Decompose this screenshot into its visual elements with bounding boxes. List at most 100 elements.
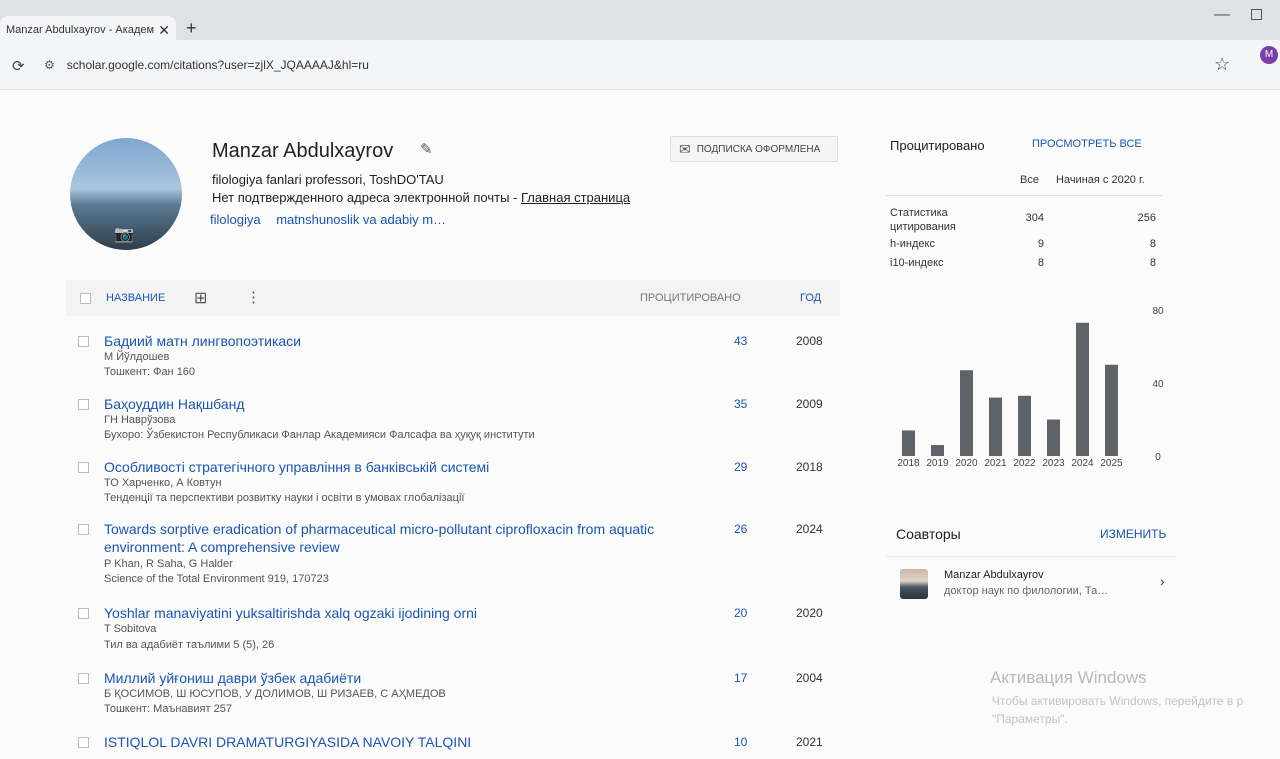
table-row: Баҳоуддин Нақшбанд ГН Наврўзова Бухоро: … xyxy=(66,395,840,443)
bar-2025[interactable] xyxy=(1105,364,1118,456)
article-venue: Тошкент: Фан 160 xyxy=(104,366,196,378)
homepage-link[interactable]: Главная страница xyxy=(521,190,630,205)
stat-all: 304 xyxy=(1025,212,1044,224)
more-options-icon[interactable]: ⋮ xyxy=(246,288,261,306)
article-venue: Тошкент: Маънавият 257 xyxy=(104,703,232,715)
article-cites[interactable]: 20 xyxy=(734,606,747,620)
bar-2018[interactable] xyxy=(902,430,915,456)
article-cites[interactable]: 43 xyxy=(734,334,747,348)
site-info-icon[interactable]: ⚙ xyxy=(44,58,55,72)
article-title[interactable]: ISTIQLOL DAVRI DRAMATURGIYASIDA NAVOIY T… xyxy=(104,733,684,751)
mail-icon: ✉ xyxy=(679,140,691,157)
article-cites[interactable]: 26 xyxy=(734,522,747,536)
maximize-icon[interactable] xyxy=(1251,9,1262,20)
article-venue: Тенденції та перспективи розвитку науки … xyxy=(104,492,465,504)
bar-2019[interactable] xyxy=(931,445,944,456)
minimize-icon[interactable]: — xyxy=(1214,6,1230,24)
article-venue: Бухоро: Ўзбекистон Республикаси Фанлар А… xyxy=(104,429,535,441)
select-all-checkbox[interactable] xyxy=(80,293,91,304)
tab-title: Manzar Abdulxayrov - Академ xyxy=(6,24,155,36)
table-row: Towards sorptive eradication of pharmace… xyxy=(66,520,840,588)
x-tick-label: 2021 xyxy=(984,458,1007,469)
bar-2020[interactable] xyxy=(960,370,973,456)
article-cites[interactable]: 17 xyxy=(734,671,747,685)
profile-affiliation: filologiya fanlari professori, ToshDO'TA… xyxy=(212,172,444,187)
row-checkbox[interactable] xyxy=(78,524,89,535)
article-year: 2018 xyxy=(796,460,823,474)
view-all-link[interactable]: ПРОСМОТРЕТЬ ВСЕ xyxy=(1032,138,1142,150)
article-title[interactable]: Yoshlar manaviyatini yuksaltirishda xalq… xyxy=(104,604,684,622)
row-checkbox[interactable] xyxy=(78,336,89,347)
article-authors: М Йўлдошев xyxy=(104,351,170,363)
article-cites[interactable]: 29 xyxy=(734,460,747,474)
article-year: 2009 xyxy=(796,397,823,411)
stat-row-citations: Статистика цитирования 304 256 xyxy=(890,206,1162,234)
bar-2021[interactable] xyxy=(989,397,1002,456)
row-checkbox[interactable] xyxy=(78,399,89,410)
article-title[interactable]: Баҳоуддин Нақшбанд xyxy=(104,395,684,413)
subscribe-button[interactable]: ✉ ПОДПИСКА ОФОРМЛЕНА xyxy=(670,136,838,162)
coauthor-avatar xyxy=(900,569,928,599)
article-cites[interactable]: 35 xyxy=(734,397,747,411)
coauthors-title: Соавторы xyxy=(896,526,961,542)
article-title[interactable]: Особливості стратегічного управління в б… xyxy=(104,458,684,476)
bookmark-star-icon[interactable]: ☆ xyxy=(1214,54,1230,75)
interest-link[interactable]: matnshunoslik va adabiy m… xyxy=(276,212,446,227)
bar-2023[interactable] xyxy=(1047,419,1060,457)
articles-header: НАЗВАНИЕ ⊞ ⋮ ПРОЦИТИРОВАНО ГОД xyxy=(66,280,840,316)
sort-by-cited[interactable]: ПРОЦИТИРОВАНО xyxy=(640,292,741,304)
profile-photo[interactable]: 📷 xyxy=(70,138,182,250)
add-article-icon[interactable]: ⊞ xyxy=(194,288,207,308)
stat-since: 256 xyxy=(1137,212,1156,224)
article-title[interactable]: Бадиий матн лингвопоэтикаси xyxy=(104,332,684,350)
y-tick-label: 80 xyxy=(1152,306,1164,317)
url-field[interactable]: ⚙ scholar.google.com/citations?user=zjlX… xyxy=(44,50,1194,80)
bar-2022[interactable] xyxy=(1018,395,1031,456)
subscribe-label: ПОДПИСКА ОФОРМЛЕНА xyxy=(696,143,821,155)
y-tick-label: 40 xyxy=(1152,379,1164,390)
article-year: 2024 xyxy=(796,522,823,536)
stat-since: 8 xyxy=(1149,238,1156,250)
reload-icon[interactable]: ⟳ xyxy=(12,57,25,75)
profile-avatar[interactable]: M xyxy=(1260,46,1278,64)
stat-label: Статистика цитирования xyxy=(890,207,956,233)
x-tick-label: 2018 xyxy=(897,458,920,469)
table-row: Yoshlar manaviyatini yuksaltirishda xalq… xyxy=(66,604,840,652)
article-title[interactable]: Towards sorptive eradication of pharmace… xyxy=(104,520,684,556)
row-checkbox[interactable] xyxy=(78,462,89,473)
edit-pencil-icon[interactable]: ✎ xyxy=(420,140,433,158)
sort-by-title[interactable]: НАЗВАНИЕ xyxy=(106,292,165,304)
stat-all: 8 xyxy=(1037,257,1044,269)
citations-bar-chart: 2018 2019 2020 2021 2022 2023 2024 2025 80 40 0 xyxy=(897,306,1164,469)
coauthor-item[interactable]: Manzar Abdulxayrov доктор наук по филоло… xyxy=(886,556,1176,608)
bar-2024[interactable] xyxy=(1076,322,1089,456)
x-tick-label: 2022 xyxy=(1013,458,1036,469)
article-authors: Б ҚОСИМОВ, Ш ЮСУПОВ, У ДОЛИМОВ, Ш РИЗАЕВ… xyxy=(104,688,446,700)
row-checkbox[interactable] xyxy=(78,608,89,619)
stat-label: i10-индекс xyxy=(890,257,944,269)
new-tab-button[interactable]: + xyxy=(186,18,197,39)
chevron-right-icon[interactable]: › xyxy=(1160,573,1165,589)
article-title[interactable]: Миллий уйғониш даври ўзбек адабиёти xyxy=(104,669,684,687)
article-cites[interactable]: 10 xyxy=(734,735,747,749)
article-authors: ТО Харченко, А Ковтун xyxy=(104,477,222,489)
article-authors: ГН Наврўзова xyxy=(104,414,176,426)
cited-by-title: Процитировано xyxy=(890,138,985,153)
x-tick-label: 2024 xyxy=(1071,458,1094,469)
x-tick-label: 2020 xyxy=(955,458,978,469)
stat-since: 8 xyxy=(1149,257,1156,269)
camera-icon[interactable]: 📷 xyxy=(114,224,134,244)
interest-link[interactable]: filologiya xyxy=(210,212,261,227)
stat-row-i10-index: i10-индекс 8 8 xyxy=(890,257,1162,273)
x-tick-label: 2023 xyxy=(1042,458,1065,469)
row-checkbox[interactable] xyxy=(78,737,89,748)
stat-label: h-индекс xyxy=(890,238,935,250)
sort-by-year[interactable]: ГОД xyxy=(800,292,821,304)
interests: filologiya matnshunoslik va adabiy m… xyxy=(210,212,458,227)
row-checkbox[interactable] xyxy=(78,673,89,684)
article-authors: P Khan, R Saha, G Halder xyxy=(104,558,233,570)
close-tab-icon[interactable]: ✕ xyxy=(158,22,170,39)
table-row: ISTIQLOL DAVRI DRAMATURGIYASIDA NAVOIY T… xyxy=(66,733,840,757)
coauthors-edit-link[interactable]: ИЗМЕНИТЬ xyxy=(1100,527,1166,541)
coauthor-name[interactable]: Manzar Abdulxayrov xyxy=(944,569,1044,581)
